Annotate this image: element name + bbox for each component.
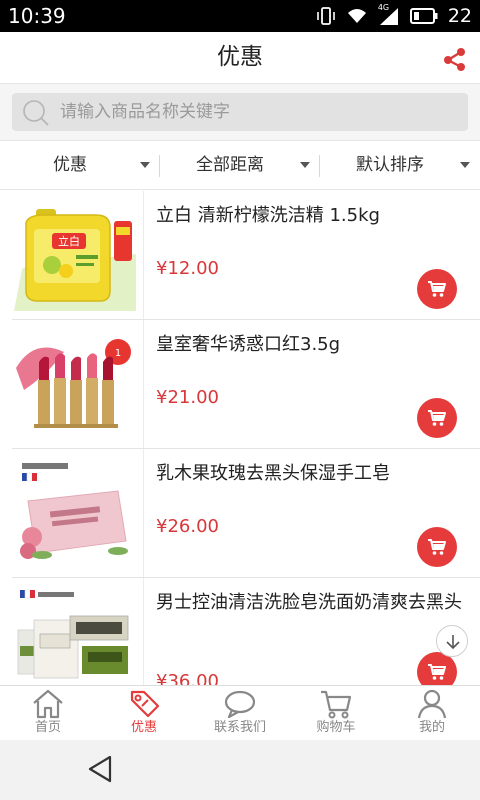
nav-label: 首页 [34,720,61,735]
product-item[interactable]: 男士控油清洁洗脸皂洗面奶清爽去黑头 ¥36.00 [0,578,480,685]
add-to-cart-button[interactable] [417,398,457,438]
tag-icon [130,690,160,718]
nav-item-home[interactable]: 首页 [0,686,96,740]
share-icon [444,48,465,71]
filter-sort-dropdown[interactable]: 默认排序 [320,141,480,189]
user-icon [417,689,447,719]
add-to-cart-button[interactable] [417,527,457,567]
divider [143,191,144,319]
product-name: 皇室奢华诱惑口红3.5g [156,334,341,355]
status-bar: 10:39 4G 22 [0,0,480,32]
share-button[interactable] [440,44,470,74]
nav-label: 购物车 [316,720,356,735]
title-bar: 优惠 [0,32,480,84]
nav-item-deals[interactable]: 优惠 [96,686,192,740]
filter-label: 全部距离 [196,155,264,175]
nav-label: 优惠 [130,720,157,735]
product-image-mens-soap [14,586,136,685]
product-image-rose-soap [14,457,136,569]
filter-label: 默认排序 [356,155,424,175]
filter-category-dropdown[interactable]: 优惠 [0,141,160,189]
search-icon [23,100,49,126]
caret-down-icon [460,162,470,168]
add-to-cart-button[interactable] [417,269,457,309]
product-price: ¥36.00 [156,671,219,685]
nav-label: 我的 [418,720,445,735]
product-price: ¥26.00 [156,516,219,537]
status-icons: 4G 22 [316,3,472,28]
caret-down-icon [300,162,310,168]
cart-icon [428,410,446,426]
cart-icon [428,664,446,680]
page-title: 优惠 [217,44,263,70]
product-item[interactable]: 乳木果玫瑰去黑头保湿手工皂 ¥26.00 [0,449,480,578]
vibrate-icon [316,6,336,26]
product-name: 立白 清新柠檬洗洁精 1.5kg [156,205,380,226]
product-name: 乳木果玫瑰去黑头保湿手工皂 [156,463,390,484]
divider [143,320,144,448]
cart-icon [428,539,446,555]
product-thumb-text: 立白 [58,234,80,248]
product-image-dish-soap: 立白 [14,199,136,311]
product-name: 男士控油清洁洗脸皂洗面奶清爽去黑头 [156,592,462,613]
search-box[interactable] [12,93,468,131]
caret-down-icon [140,162,150,168]
product-price: ¥21.00 [156,387,219,408]
back-icon[interactable] [86,754,114,784]
wifi-icon [346,6,368,26]
product-list[interactable]: 立白 立白 清新柠檬洗洁精 1.5kg ¥12.00 1 皇室奢华诱惑口红3.5… [0,191,480,685]
bottom-nav: 首页 优惠 联系我们 购物车 我的 [0,685,480,740]
filter-bar: 优惠 全部距离 默认排序 [0,140,480,190]
home-icon [33,689,63,719]
cart-icon [321,690,352,719]
status-time: 10:39 [8,4,66,28]
nav-item-contact[interactable]: 联系我们 [192,686,288,740]
battery-level: 22 [447,5,472,27]
nav-item-profile[interactable]: 我的 [384,686,480,740]
product-price: ¥12.00 [156,258,219,279]
search-area [0,84,480,140]
system-nav-bar [0,740,480,800]
signal-icon: 4G [378,3,400,26]
arrow-down-icon [446,635,460,650]
filter-label: 优惠 [53,155,87,175]
cart-icon [428,281,446,297]
product-item[interactable]: 立白 立白 清新柠檬洗洁精 1.5kg ¥12.00 [0,191,480,320]
nav-item-cart[interactable]: 购物车 [288,686,384,740]
search-input[interactable] [60,93,460,131]
chat-icon [224,690,256,719]
scroll-down-button[interactable] [436,625,468,657]
product-item[interactable]: 1 皇室奢华诱惑口红3.5g ¥21.00 [0,320,480,449]
divider [143,578,144,685]
nav-label: 联系我们 [213,720,266,735]
product-image-lipsticks: 1 [14,328,136,440]
filter-distance-dropdown[interactable]: 全部距离 [160,141,320,189]
svg-text:1: 1 [115,348,121,359]
divider [143,449,144,577]
battery-icon [409,8,438,24]
